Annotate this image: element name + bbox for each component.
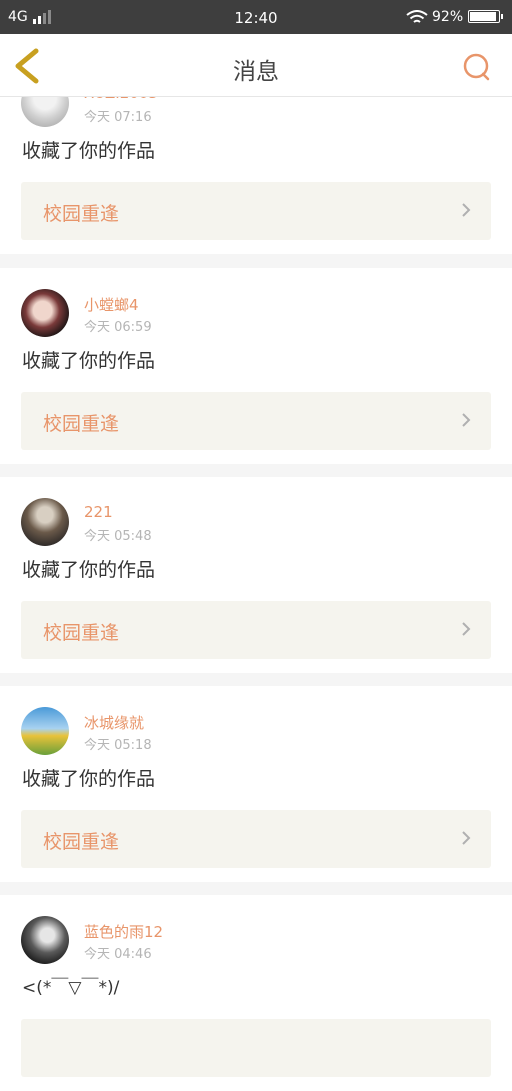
message-card[interactable]: 小螳螂4 今天 06:59 收藏了你的作品 校园重逢 xyxy=(0,268,512,464)
page-title: 消息 xyxy=(233,59,279,85)
search-button[interactable] xyxy=(460,50,494,84)
message-text: 收藏了你的作品 xyxy=(22,140,156,162)
work-title: 校园重逢 xyxy=(43,831,120,853)
status-bar: 4G 12:40 92% xyxy=(0,0,512,34)
message-list[interactable]: XUZI2003 今天 07:16 收藏了你的作品 校园重逢 小螳螂4 今天 0… xyxy=(0,0,512,1091)
work-title: 校园重逢 xyxy=(43,413,120,435)
battery-icon xyxy=(468,10,503,23)
message-time: 今天 06:59 xyxy=(84,320,152,335)
wifi-icon xyxy=(406,10,428,23)
message-text: <(*￣▽￣*)/ xyxy=(22,978,120,998)
message-text: 收藏了你的作品 xyxy=(22,768,156,790)
avatar[interactable] xyxy=(21,498,69,546)
search-icon xyxy=(463,53,490,81)
username[interactable]: 221 xyxy=(84,503,113,521)
work-link[interactable]: 校园重逢 xyxy=(21,810,491,868)
username[interactable]: 冰城缘就 xyxy=(84,712,144,733)
message-time: 今天 07:16 xyxy=(84,110,152,125)
message-card[interactable]: 221 今天 05:48 收藏了你的作品 校园重逢 xyxy=(0,477,512,673)
battery-percent: 92% xyxy=(432,9,464,25)
work-title: 校园重逢 xyxy=(43,203,120,225)
chevron-right-icon xyxy=(462,413,471,427)
avatar[interactable] xyxy=(21,289,69,337)
nav-header: 消息 xyxy=(0,34,512,97)
message-text: 收藏了你的作品 xyxy=(22,559,156,581)
work-link[interactable]: 校园重逢 xyxy=(21,182,491,240)
message-time: 今天 04:46 xyxy=(84,947,152,962)
message-text: 收藏了你的作品 xyxy=(22,350,156,372)
work-link[interactable] xyxy=(21,1019,491,1077)
message-card[interactable]: 蓝色的雨12 今天 04:46 <(*￣▽￣*)/ xyxy=(0,895,512,1091)
work-link[interactable]: 校园重逢 xyxy=(21,392,491,450)
work-link[interactable]: 校园重逢 xyxy=(21,601,491,659)
username[interactable]: 小螳螂4 xyxy=(84,294,139,315)
work-title: 校园重逢 xyxy=(43,622,120,644)
avatar[interactable] xyxy=(21,707,69,755)
message-card[interactable]: 冰城缘就 今天 05:18 收藏了你的作品 校园重逢 xyxy=(0,686,512,882)
message-time: 今天 05:18 xyxy=(84,738,152,753)
avatar[interactable] xyxy=(21,916,69,964)
chevron-right-icon xyxy=(462,203,471,217)
username[interactable]: 蓝色的雨12 xyxy=(84,921,163,942)
chevron-right-icon xyxy=(462,622,471,636)
message-time: 今天 05:48 xyxy=(84,529,152,544)
chevron-right-icon xyxy=(462,831,471,845)
